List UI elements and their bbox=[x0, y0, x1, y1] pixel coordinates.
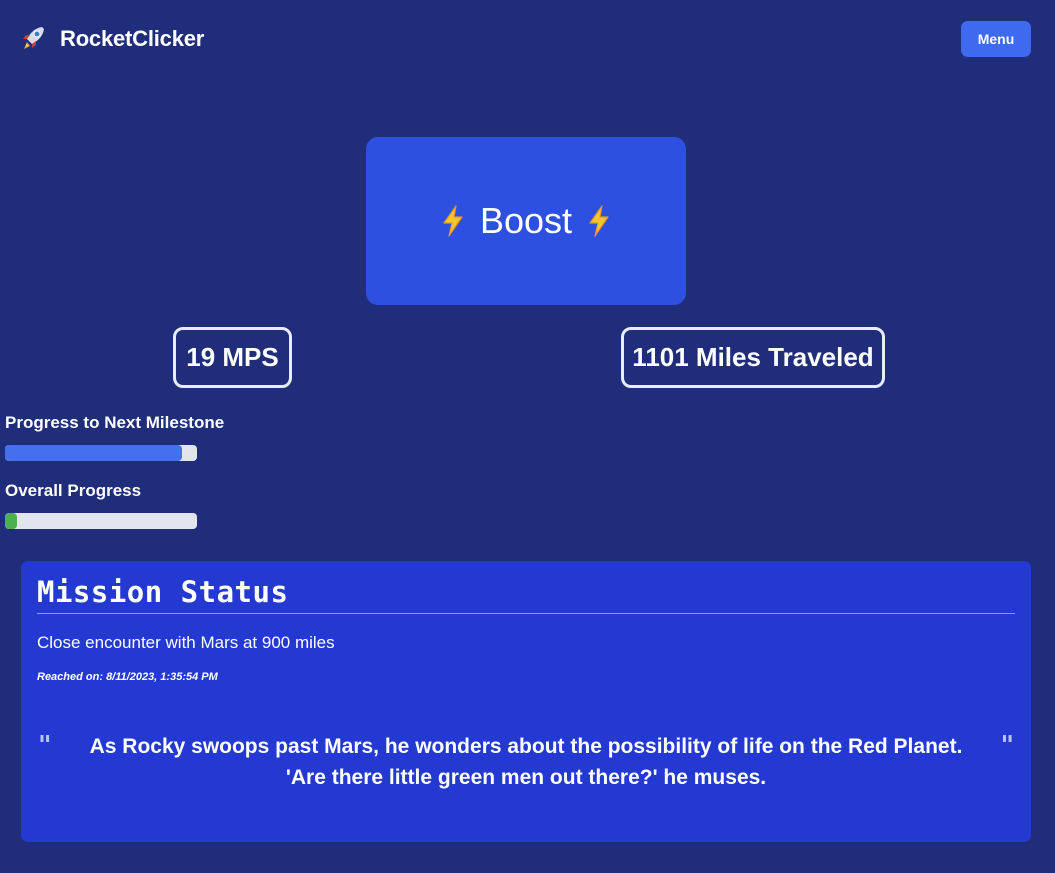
menu-button[interactable]: Menu bbox=[961, 21, 1031, 57]
mission-status-card: Mission Status Close encounter with Mars… bbox=[21, 561, 1031, 842]
lightning-bolt-icon bbox=[443, 205, 463, 237]
miles-traveled-stat: 1101 Miles Traveled bbox=[621, 327, 885, 388]
boost-label: Boost bbox=[479, 200, 573, 241]
mission-title: Mission Status bbox=[37, 575, 289, 609]
next-milestone-progress-fill bbox=[5, 445, 182, 461]
overall-progress-bar bbox=[5, 513, 197, 529]
rocket-icon bbox=[23, 27, 44, 49]
quote-open-icon: " bbox=[38, 731, 52, 761]
next-milestone-label: Progress to Next Milestone bbox=[5, 413, 225, 432]
mps-stat: 19 MPS bbox=[173, 327, 292, 388]
quote-close-icon: " bbox=[1000, 731, 1014, 761]
boost-button[interactable]: Boost bbox=[366, 137, 686, 305]
lightning-bolt-icon bbox=[589, 205, 609, 237]
mission-reached-date: Reached on: 8/11/2023, 1:35:54 PM bbox=[37, 671, 218, 683]
logo: RocketClicker bbox=[20, 24, 204, 54]
app-title: RocketClicker bbox=[60, 26, 205, 51]
mission-event: Close encounter with Mars at 900 miles bbox=[37, 633, 335, 652]
overall-progress-label: Overall Progress bbox=[5, 481, 142, 500]
rocket-clicker-app: RocketClicker Menu Boost 19 MPS 1101 Mil… bbox=[0, 0, 1055, 873]
mission-divider bbox=[37, 613, 1015, 614]
overall-progress-fill bbox=[5, 513, 17, 529]
next-milestone-progress-bar bbox=[5, 445, 197, 461]
mission-quote: As Rocky swoops past Mars, he wonders ab… bbox=[89, 735, 963, 789]
header: RocketClicker Menu bbox=[0, 0, 1055, 80]
